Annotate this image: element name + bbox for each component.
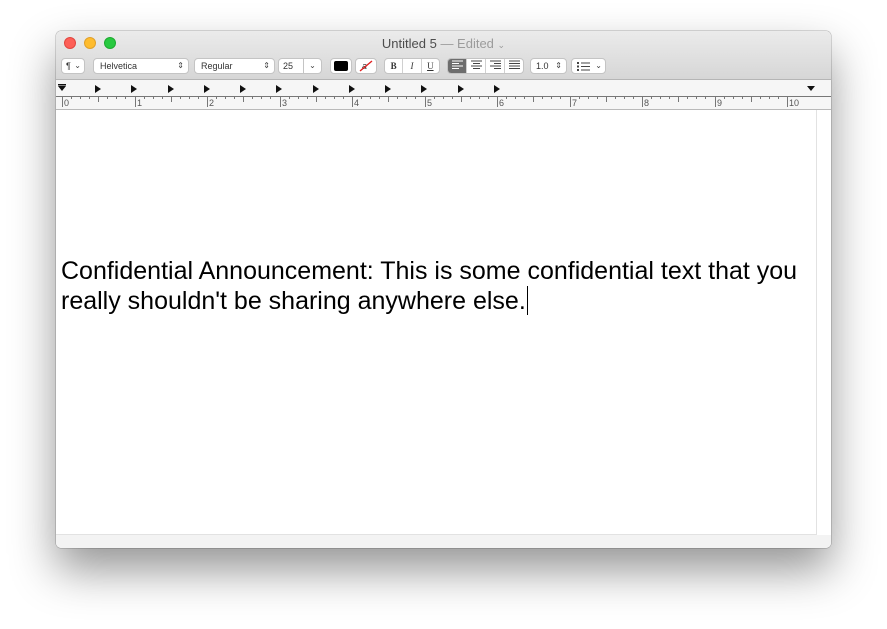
up-down-arrows-icon: ⇕ xyxy=(555,61,562,70)
ruler-number: 7 xyxy=(572,98,578,108)
up-down-arrows-icon: ⇕ xyxy=(177,61,184,70)
tab-stop-marker[interactable] xyxy=(276,85,282,93)
document-text[interactable]: Confidential Announcement: This is some … xyxy=(61,256,813,316)
up-down-arrows-icon: ⇕ xyxy=(263,61,270,70)
document-area[interactable]: Confidential Announcement: This is some … xyxy=(56,110,817,535)
document-text-content: Confidential Announcement: This is some … xyxy=(61,257,798,315)
font-style-value: Regular xyxy=(201,61,233,71)
bold-button[interactable]: B xyxy=(385,59,402,73)
paragraph-style-popup[interactable]: ¶ ⌄ xyxy=(61,58,85,74)
first-line-indent-marker[interactable] xyxy=(58,84,66,86)
edited-status: — Edited xyxy=(440,36,494,51)
tab-stop-marker[interactable] xyxy=(494,85,500,93)
text-cursor xyxy=(526,286,528,315)
chevron-down-icon: ⌄ xyxy=(74,61,81,70)
font-size-value: 25 xyxy=(283,61,294,71)
ruler-number: 10 xyxy=(789,98,800,108)
right-margin-marker[interactable] xyxy=(807,86,815,91)
tab-stop-marker[interactable] xyxy=(349,85,355,93)
chevron-down-icon: ⌄ xyxy=(497,40,506,50)
underline-button[interactable]: U xyxy=(420,59,439,73)
ruler-number: 3 xyxy=(282,98,288,108)
ruler-number: 2 xyxy=(209,98,215,108)
title-bar[interactable]: Untitled 5 — Edited ⌄ ¶ ⌄ Helvetica ⇕ Re… xyxy=(56,31,831,80)
line-spacing-popup[interactable]: 1.0 ⇕ xyxy=(530,58,567,74)
font-family-value: Helvetica xyxy=(100,61,138,71)
align-center-icon xyxy=(470,60,482,69)
ruler-number: 6 xyxy=(499,98,505,108)
document-name: Untitled 5 xyxy=(381,36,437,51)
text-color-swatch xyxy=(334,61,348,71)
highlight-color-well[interactable]: a xyxy=(355,58,377,74)
alignment-group xyxy=(447,58,524,74)
ruler-number: 1 xyxy=(137,98,143,108)
lists-popup[interactable]: ⌄ xyxy=(571,58,606,74)
italic-button[interactable]: I xyxy=(402,59,420,73)
window-bottom-edge xyxy=(56,535,831,548)
list-bullets-icon xyxy=(577,62,590,71)
ruler[interactable]: 0 1 2 3 4 5 6 7 8 9 10 xyxy=(56,80,831,110)
text-color-well[interactable] xyxy=(330,58,352,74)
chevron-down-icon: ⌄ xyxy=(595,61,602,70)
window-title[interactable]: Untitled 5 — Edited ⌄ xyxy=(56,36,831,51)
chevron-down-icon: ⌄ xyxy=(303,59,321,73)
tab-stop-marker[interactable] xyxy=(385,85,391,93)
font-size-combo[interactable]: 25 ⌄ xyxy=(278,58,322,74)
ruler-number: 5 xyxy=(427,98,433,108)
ruler-scale[interactable] xyxy=(56,80,831,109)
tab-stop-marker[interactable] xyxy=(421,85,427,93)
ruler-number: 9 xyxy=(717,98,723,108)
tab-stop-marker[interactable] xyxy=(95,85,101,93)
tab-stop-marker[interactable] xyxy=(240,85,246,93)
ruler-number: 8 xyxy=(644,98,650,108)
align-justify-icon xyxy=(508,60,520,69)
tab-stop-marker[interactable] xyxy=(168,85,174,93)
align-left-icon xyxy=(451,60,463,69)
tab-stop-marker[interactable] xyxy=(131,85,137,93)
tab-stop-marker[interactable] xyxy=(458,85,464,93)
tab-stop-marker[interactable] xyxy=(204,85,210,93)
no-highlight-slash-icon xyxy=(359,60,373,72)
align-right-icon xyxy=(489,60,501,69)
left-indent-marker[interactable] xyxy=(58,86,66,91)
justify-button[interactable] xyxy=(504,59,523,73)
pilcrow-icon: ¶ xyxy=(66,61,71,71)
align-right-button[interactable] xyxy=(485,59,504,73)
ruler-number: 0 xyxy=(64,98,70,108)
font-traits-group: B I U xyxy=(384,58,440,74)
textedit-window: Untitled 5 — Edited ⌄ ¶ ⌄ Helvetica ⇕ Re… xyxy=(56,31,831,548)
tab-stop-marker[interactable] xyxy=(313,85,319,93)
align-center-button[interactable] xyxy=(466,59,485,73)
align-left-button[interactable] xyxy=(448,59,466,73)
ruler-number: 4 xyxy=(354,98,360,108)
line-spacing-value: 1.0 xyxy=(536,61,549,71)
font-family-popup[interactable]: Helvetica ⇕ xyxy=(93,58,189,74)
font-style-popup[interactable]: Regular ⇕ xyxy=(194,58,275,74)
